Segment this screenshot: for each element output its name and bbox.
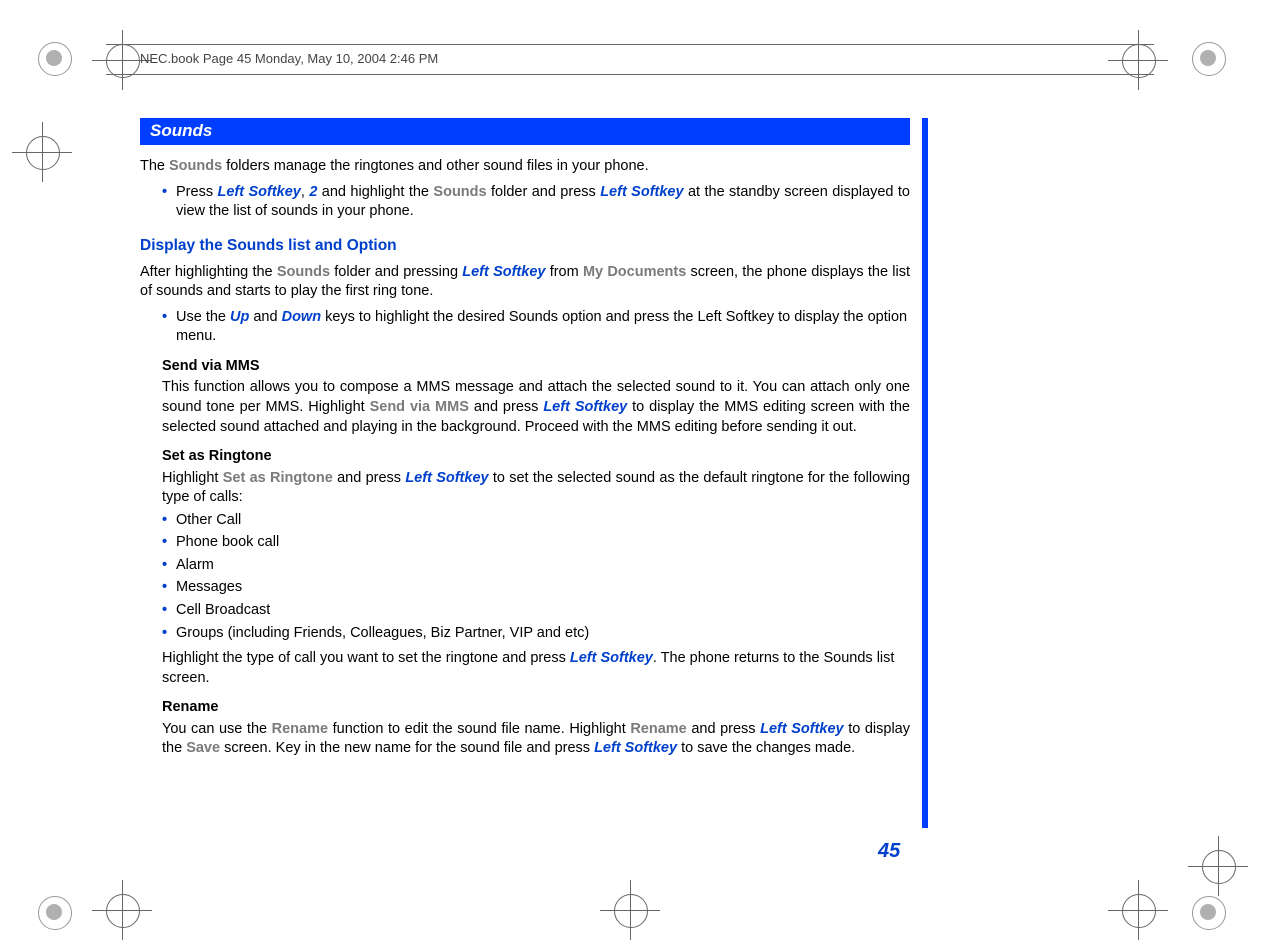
paragraph: Highlight Set as Ringtone and press Left… [162, 469, 910, 508]
header-rule [106, 74, 1154, 75]
registration-mark-icon [32, 36, 76, 80]
list-item: •Cell Broadcast [162, 601, 910, 621]
list-item: • Use the Up and Down keys to highlight … [162, 308, 910, 347]
section-heading: Sounds [140, 118, 910, 145]
sub-section-title: Send via MMS [162, 357, 910, 377]
list-item: •Other Call [162, 511, 910, 531]
bullet-text: Press Left Softkey, 2 and highlight the … [176, 183, 910, 222]
crosshair-icon [1108, 30, 1168, 90]
content-area: Sounds The Sounds folders manage the rin… [140, 118, 910, 759]
sub-section-title: Rename [162, 698, 910, 718]
page-number: 45 [878, 840, 900, 863]
header-rule [106, 44, 1154, 45]
crosshair-icon [600, 880, 660, 940]
list-item: •Messages [162, 578, 910, 598]
sub-heading: Display the Sounds list and Option [140, 236, 910, 257]
body-text: The Sounds folders manage the ringtones … [140, 157, 910, 759]
bullet-icon: • [162, 556, 176, 576]
section-right-border [922, 118, 928, 828]
registration-mark-icon [1186, 36, 1230, 80]
bullet-icon: • [162, 183, 176, 222]
list-item: •Phone book call [162, 533, 910, 553]
list-item: • Press Left Softkey, 2 and highlight th… [162, 183, 910, 222]
bullet-text: Alarm [176, 556, 910, 576]
crosshair-icon [1108, 880, 1168, 940]
bullet-text: Cell Broadcast [176, 601, 910, 621]
paragraph: After highlighting the Sounds folder and… [140, 263, 910, 302]
sub-section: Set as Ringtone Highlight Set as Rington… [162, 447, 910, 508]
sub-section: Send via MMS This function allows you to… [162, 357, 910, 437]
sub-section-title: Set as Ringtone [162, 447, 910, 467]
list-item: •Alarm [162, 556, 910, 576]
bullet-icon: • [162, 533, 176, 553]
sub-section: Rename You can use the Rename function t… [162, 698, 910, 759]
bullet-icon: • [162, 578, 176, 598]
crosshair-icon [1188, 836, 1248, 896]
bullet-text: Other Call [176, 511, 910, 531]
bullet-icon: • [162, 511, 176, 531]
bullet-text: Groups (including Friends, Colleagues, B… [176, 624, 910, 644]
crosshair-icon [12, 122, 72, 182]
bullet-icon: • [162, 308, 176, 347]
list-item: •Groups (including Friends, Colleagues, … [162, 624, 910, 644]
intro-paragraph: The Sounds folders manage the ringtones … [140, 157, 910, 177]
paragraph: You can use the Rename function to edit … [162, 720, 910, 759]
header-text: NEC.book Page 45 Monday, May 10, 2004 2:… [140, 51, 438, 66]
crosshair-icon [92, 880, 152, 940]
bullet-icon: • [162, 601, 176, 621]
bullet-text: Messages [176, 578, 910, 598]
bullet-text: Use the Up and Down keys to highlight th… [176, 308, 910, 347]
bullet-icon: • [162, 624, 176, 644]
registration-mark-icon [1186, 890, 1230, 934]
document-page: NEC.book Page 45 Monday, May 10, 2004 2:… [0, 0, 1262, 944]
registration-mark-icon [32, 890, 76, 934]
paragraph: This function allows you to compose a MM… [162, 378, 910, 437]
bullet-text: Phone book call [176, 533, 910, 553]
paragraph: Highlight the type of call you want to s… [162, 649, 910, 688]
